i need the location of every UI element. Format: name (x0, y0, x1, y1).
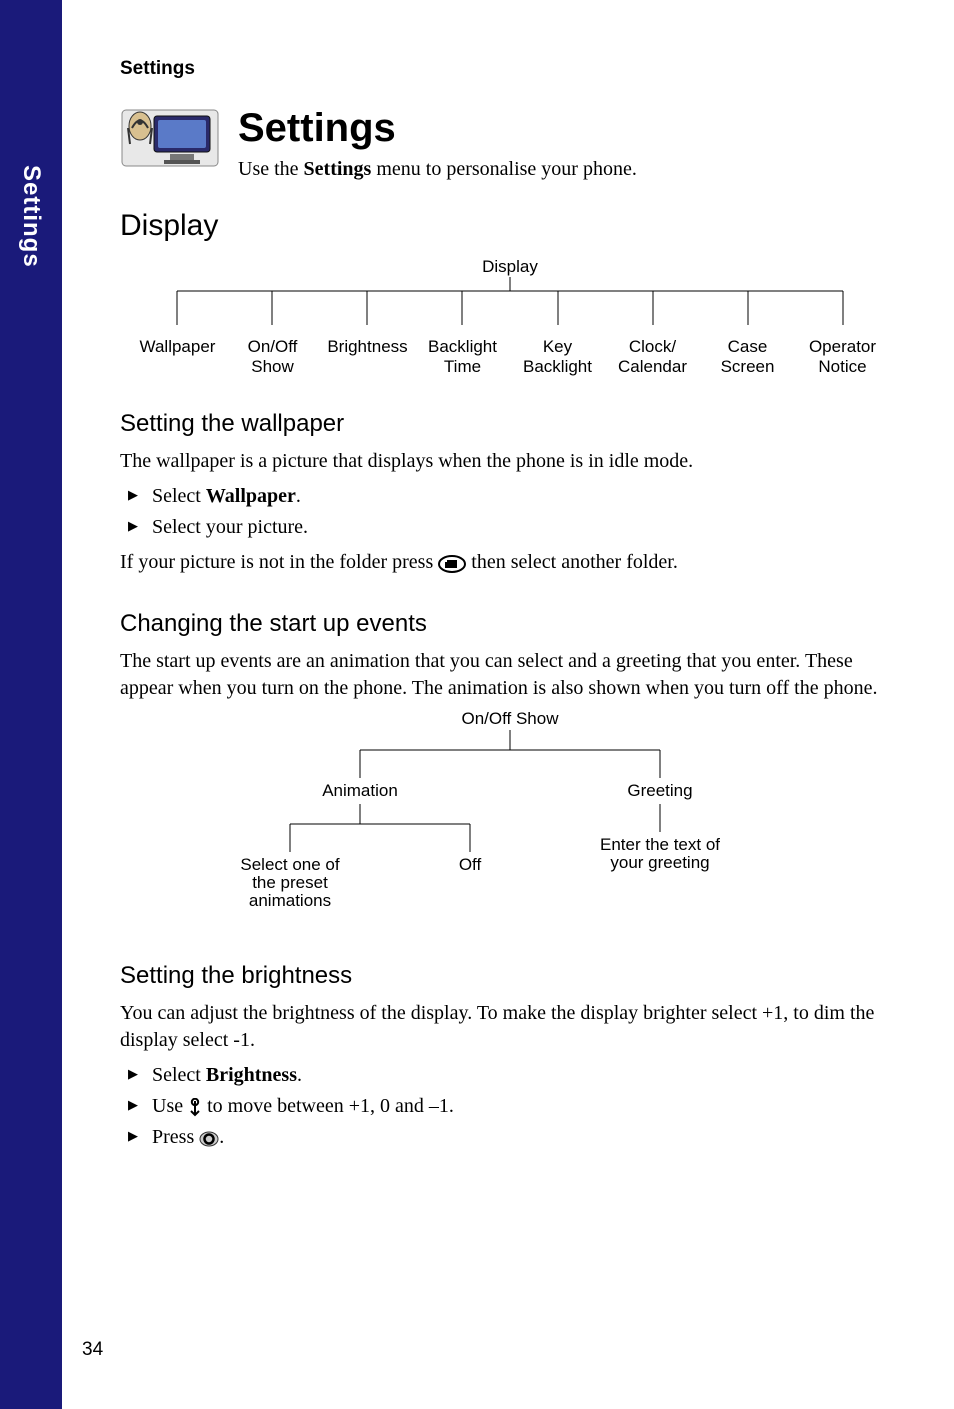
svg-text:the preset: the preset (252, 873, 328, 892)
brightness-step1-bold: Brightness (206, 1064, 297, 1086)
center-key-icon (199, 1131, 219, 1147)
svg-text:Select one of: Select one of (240, 855, 340, 874)
startup-tree: On/Off Show Animation Greeting Select on… (120, 708, 900, 928)
display-tree-child: KeyBacklight (510, 337, 605, 376)
wallpaper-after-prefix: If your picture is not in the folder pre… (120, 551, 438, 573)
brightness-steps: Select Brightness. Use to move between +… (120, 1060, 900, 1153)
settings-icon (120, 108, 220, 168)
svg-text:your greeting: your greeting (610, 853, 709, 872)
display-tree-child: OperatorNotice (795, 337, 890, 376)
startup-heading: Changing the start up events (120, 610, 900, 638)
wallpaper-heading: Setting the wallpaper (120, 410, 900, 438)
folder-key-icon (438, 555, 466, 573)
brightness-step-2: Use to move between +1, 0 and –1. (120, 1091, 900, 1122)
display-tree-child: Clock/Calendar (605, 337, 700, 376)
display-heading: Display (120, 209, 900, 243)
intro-bold: Settings (304, 158, 372, 180)
wallpaper-step1-bold: Wallpaper (206, 485, 296, 507)
brightness-step3-prefix: Press (152, 1126, 199, 1148)
intro-prefix: Use the (238, 158, 304, 180)
wallpaper-intro: The wallpaper is a picture that displays… (120, 448, 900, 475)
display-tree-lines (130, 277, 890, 337)
startup-tree-svg: On/Off Show Animation Greeting Select on… (210, 708, 810, 928)
display-tree-child: CaseScreen (700, 337, 795, 376)
brightness-intro: You can adjust the brightness of the dis… (120, 1000, 900, 1054)
side-tab: Settings (0, 0, 62, 1409)
svg-text:Greeting: Greeting (627, 781, 692, 800)
startup-root: On/Off Show (461, 709, 559, 728)
svg-text:Enter the text of: Enter the text of (600, 835, 720, 854)
intro-text: Use the Settings menu to personalise you… (238, 158, 900, 181)
intro-suffix: menu to personalise your phone. (371, 158, 637, 180)
brightness-step-3: Press . (120, 1122, 900, 1153)
display-tree-child: On/OffShow (225, 337, 320, 376)
updown-key-icon (188, 1098, 202, 1118)
display-tree-root: Display (120, 257, 900, 277)
wallpaper-after: If your picture is not in the folder pre… (120, 549, 900, 576)
brightness-step2-suffix: to move between +1, 0 and –1. (202, 1095, 454, 1117)
wallpaper-step1-suffix: . (296, 485, 301, 507)
brightness-heading: Setting the brightness (120, 962, 900, 990)
svg-text:Off: Off (459, 855, 482, 874)
svg-text:animations: animations (249, 891, 331, 910)
wallpaper-steps: Select Wallpaper. Select your picture. (120, 481, 900, 543)
wallpaper-step1-prefix: Select (152, 485, 206, 507)
page-number: 34 (82, 1339, 103, 1361)
display-tree: Display WallpaperOn/OffShowBrightnessBac… (120, 257, 900, 376)
display-tree-child: Wallpaper (130, 337, 225, 376)
wallpaper-step-1: Select Wallpaper. (120, 481, 900, 512)
page-title: Settings (238, 108, 900, 148)
brightness-step3-suffix: . (219, 1126, 224, 1148)
page-content: Settings Settings Use the Settings menu … (120, 58, 900, 1159)
side-tab-label: Settings (17, 165, 45, 268)
display-tree-child: BacklightTime (415, 337, 510, 376)
title-row: Settings Use the Settings menu to person… (120, 108, 900, 181)
wallpaper-step-2: Select your picture. (120, 512, 900, 543)
brightness-step2-prefix: Use (152, 1095, 188, 1117)
brightness-step-1: Select Brightness. (120, 1060, 900, 1091)
running-header: Settings (120, 58, 900, 80)
brightness-step1-suffix: . (297, 1064, 302, 1086)
startup-intro: The start up events are an animation tha… (120, 648, 900, 702)
svg-text:Animation: Animation (322, 781, 398, 800)
brightness-step1-prefix: Select (152, 1064, 206, 1086)
display-tree-child: Brightness (320, 337, 415, 376)
wallpaper-after-suffix: then select another folder. (466, 551, 678, 573)
